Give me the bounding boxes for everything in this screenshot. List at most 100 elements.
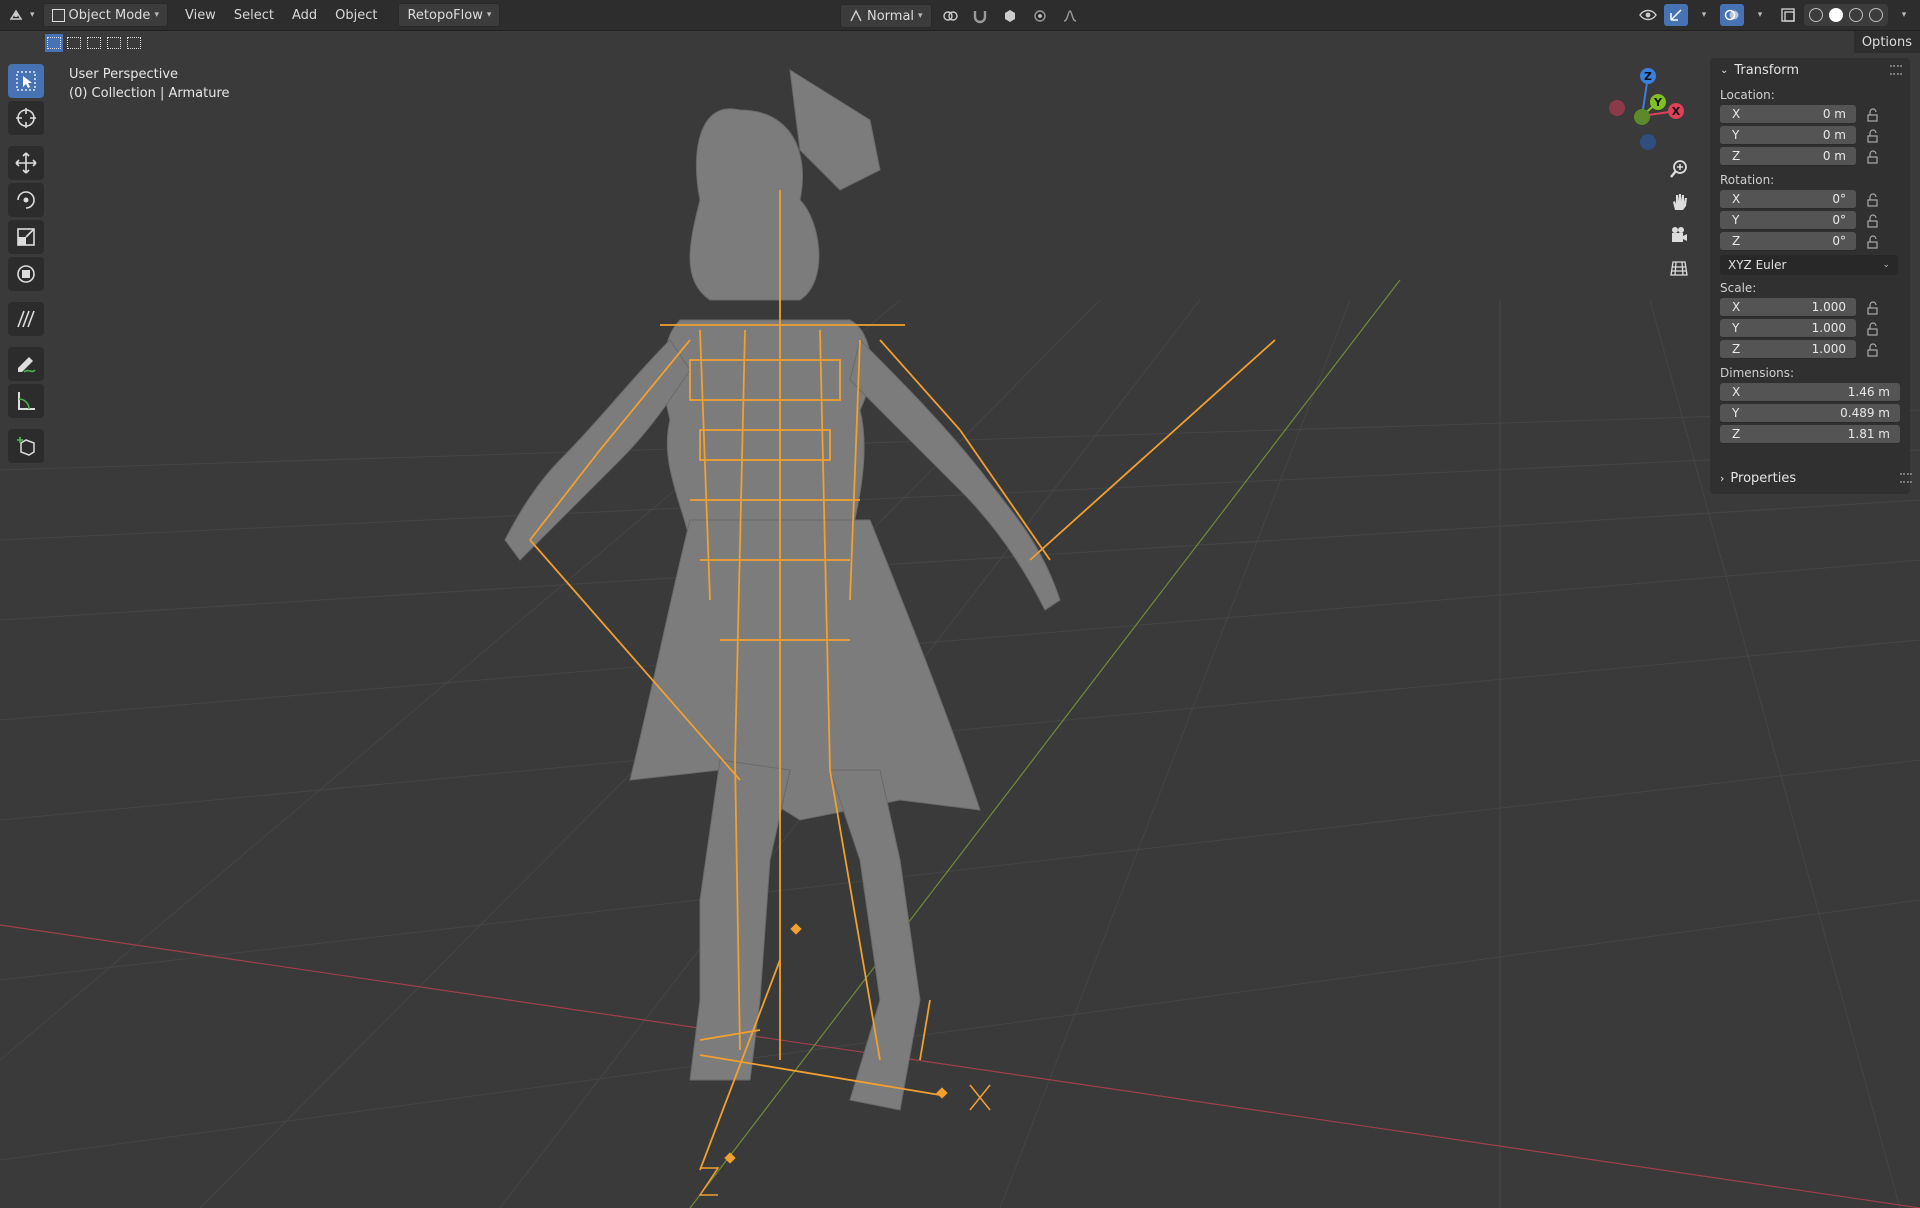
shading-solid[interactable] <box>1826 4 1846 26</box>
scale-x-field[interactable]: X 1.000 <box>1720 298 1856 317</box>
chevron-down-icon: ⌄ <box>1882 259 1890 270</box>
field-value: 1.000 <box>1811 342 1846 356</box>
axis-label: X <box>1732 107 1741 121</box>
tool-scale[interactable] <box>8 220 44 254</box>
scale-y-field[interactable]: Y 1.000 <box>1720 319 1856 338</box>
select-extend-icon <box>67 37 81 49</box>
overlays-dropdown[interactable]: ▾ <box>1748 4 1772 26</box>
rotation-z-field[interactable]: Z 0° <box>1720 232 1856 251</box>
lock-icon[interactable] <box>1862 298 1884 317</box>
location-x-field[interactable]: X 0 m <box>1720 105 1856 124</box>
navigation-gizmo[interactable]: Z Y X <box>1600 64 1700 154</box>
proportional-edit-toggle[interactable] <box>1028 5 1052 27</box>
3d-cursor-icon <box>16 108 36 128</box>
properties-panel-header[interactable]: › Properties <box>1710 466 1920 490</box>
rotation-mode-dropdown[interactable]: XYZ Euler ⌄ <box>1720 254 1898 275</box>
shading-rendered[interactable] <box>1866 4 1886 26</box>
camera-view-button[interactable] <box>1664 220 1694 250</box>
lock-icon[interactable] <box>1862 147 1884 166</box>
select-intersect-button[interactable] <box>125 34 143 52</box>
tool-rotate[interactable] <box>8 183 44 217</box>
snap-toggle[interactable] <box>968 5 992 27</box>
lock-icon[interactable] <box>1862 211 1884 230</box>
shading-material[interactable] <box>1846 4 1866 26</box>
rotation-mode-row: XYZ Euler ⌄ <box>1710 254 1910 275</box>
mode-selector[interactable]: Object Mode ▾ <box>42 3 168 27</box>
field-value: 0° <box>1832 213 1846 227</box>
visibility-button[interactable] <box>1636 4 1660 26</box>
field-value: 0.489 m <box>1840 406 1890 420</box>
shading-dropdown[interactable]: ▾ <box>1892 4 1916 26</box>
tool-transform[interactable] <box>8 257 44 291</box>
lock-icon[interactable] <box>1862 126 1884 145</box>
rotation-y-field[interactable]: Y 0° <box>1720 211 1856 230</box>
xray-toggle[interactable] <box>1776 4 1800 26</box>
chevron-right-icon: › <box>1720 471 1725 485</box>
shading-wireframe[interactable] <box>1806 4 1826 26</box>
lock-icon[interactable] <box>1862 340 1884 359</box>
menu-select[interactable]: Select <box>225 4 283 26</box>
gizmo-neg-z[interactable] <box>1640 134 1656 150</box>
dimensions-x-field[interactable]: X 1.46 m <box>1720 383 1900 402</box>
gizmo-dropdown[interactable]: ▾ <box>1692 4 1716 26</box>
axis-label: Y <box>1732 321 1740 335</box>
lock-icon[interactable] <box>1862 190 1884 209</box>
snap-target-button[interactable] <box>998 5 1022 27</box>
tool-move[interactable] <box>8 146 44 180</box>
tool-cursor[interactable] <box>8 101 44 135</box>
ortho-toggle-button[interactable] <box>1664 253 1694 283</box>
select-subtract-button[interactable] <box>85 34 103 52</box>
rotation-x-field[interactable]: X 0° <box>1720 190 1856 209</box>
axis-label: Y <box>1732 128 1740 142</box>
scale-z-row: Z 1.000 <box>1710 339 1910 360</box>
transform-title: Transform <box>1734 62 1800 78</box>
axis-label: Z <box>1732 234 1741 248</box>
gizmo-neg-x[interactable] <box>1609 100 1625 116</box>
3d-viewport[interactable] <box>0 0 1920 1208</box>
editor-type-button[interactable]: ▾ <box>0 4 43 26</box>
orientation-icon <box>850 9 862 22</box>
lock-icon[interactable] <box>1862 105 1884 124</box>
gizmo-neg-y[interactable] <box>1634 109 1650 125</box>
gizmo-toggle[interactable] <box>1664 4 1688 26</box>
select-invert-icon <box>107 37 121 49</box>
lock-icon[interactable] <box>1862 232 1884 251</box>
tool-measure[interactable] <box>8 384 44 418</box>
drag-grip-icon[interactable] <box>1890 65 1902 75</box>
location-z-field[interactable]: Z 0 m <box>1720 147 1856 166</box>
options-button[interactable]: Options <box>1853 31 1920 53</box>
select-invert-button[interactable] <box>105 34 123 52</box>
ruler-icon <box>18 392 35 410</box>
orientation-label: Normal <box>867 8 915 24</box>
zoom-button[interactable] <box>1664 154 1694 184</box>
menu-add[interactable]: Add <box>283 4 326 26</box>
tool-select-box[interactable] <box>8 64 44 98</box>
transform-panel-header[interactable]: ⌄ Transform <box>1710 58 1910 82</box>
tool-draw[interactable] <box>8 347 44 381</box>
location-y-field[interactable]: Y 0 m <box>1720 126 1856 145</box>
menu-view[interactable]: View <box>176 4 225 26</box>
select-extend-button[interactable] <box>65 34 83 52</box>
xray-icon <box>1781 8 1795 22</box>
transform-orientation-dropdown[interactable]: Normal ▾ <box>840 4 932 28</box>
scale-z-field[interactable]: Z 1.000 <box>1720 340 1856 359</box>
tool-add-cube[interactable] <box>8 429 44 463</box>
dimensions-z-field[interactable]: Z 1.81 m <box>1720 425 1900 444</box>
pivot-point-button[interactable] <box>938 5 962 27</box>
lock-icon[interactable] <box>1862 319 1884 338</box>
select-new-button[interactable] <box>45 34 63 52</box>
tool-shelf <box>8 64 44 466</box>
field-value: 0° <box>1832 234 1846 248</box>
pan-button[interactable] <box>1664 187 1694 217</box>
sidebar-n-panel: ⌄ Transform Location: X 0 m Y 0 m Z 0 m Rot… <box>1710 58 1912 494</box>
tool-annotate[interactable] <box>8 302 44 336</box>
dimensions-y-field[interactable]: Y 0.489 m <box>1720 404 1900 423</box>
axis-label: X <box>1732 192 1741 206</box>
falloff-button[interactable] <box>1058 5 1082 27</box>
drag-grip-icon[interactable] <box>1900 473 1912 483</box>
rotation-x-row: X 0° <box>1710 189 1910 210</box>
overlays-toggle[interactable] <box>1720 4 1744 26</box>
pencil-icon <box>18 357 36 373</box>
menu-object[interactable]: Object <box>326 4 386 26</box>
retopoflow-menu[interactable]: RetopoFlow ▾ <box>398 3 501 27</box>
